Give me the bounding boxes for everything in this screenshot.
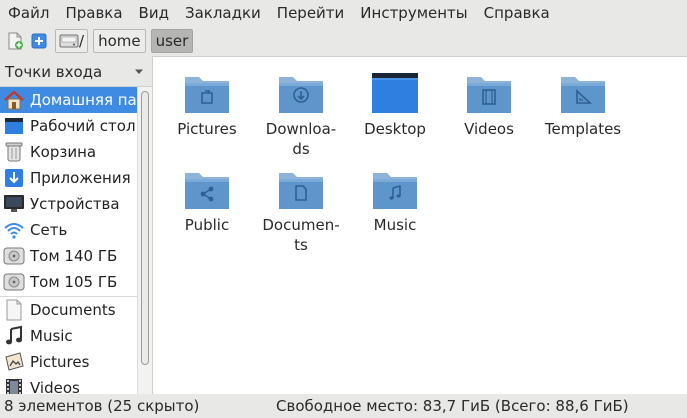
- document-icon: [2, 299, 26, 321]
- folder-pictures-icon: [185, 77, 229, 113]
- folder-videos-icon: [467, 77, 511, 113]
- sidebar-item-label: Pictures: [30, 353, 90, 371]
- folder-desktop-icon: [372, 73, 418, 113]
- menu-tools[interactable]: Инструменты: [352, 0, 475, 26]
- toolbar: / home user: [0, 27, 687, 55]
- file-label: Templates: [544, 120, 622, 138]
- home-icon: [2, 89, 26, 111]
- file-item-desktop[interactable]: Desktop: [347, 71, 443, 139]
- sidebar-item-trash[interactable]: Корзина: [0, 139, 137, 165]
- folder-templates-icon: [561, 77, 605, 113]
- status-item-count: 8 элементов (25 скрыто): [4, 397, 200, 415]
- sidebar-item-network[interactable]: Сеть: [0, 217, 137, 243]
- computer-icon: [2, 193, 26, 215]
- new-tab-icon: [31, 33, 47, 49]
- sidebar-item-desktop[interactable]: Рабочий стол: [0, 113, 137, 139]
- menu-bookmarks[interactable]: Закладки: [177, 0, 269, 26]
- menu-edit[interactable]: Правка: [57, 0, 130, 26]
- sidebar-item-videos[interactable]: Videos: [0, 375, 137, 394]
- sidebar-item-devices[interactable]: Устройства: [0, 191, 137, 217]
- menu-bar: Файл Правка Вид Закладки Перейти Инструм…: [0, 0, 687, 26]
- trash-icon: [2, 141, 26, 163]
- folder-documents-icon: [279, 173, 323, 209]
- path-button-root[interactable]: /: [55, 29, 89, 53]
- sidebar-item-documents[interactable]: Documents: [0, 297, 137, 323]
- sidebar-scrollbar-thumb[interactable]: [141, 91, 149, 365]
- sidebar-item-home[interactable]: Домашняя папка: [0, 87, 137, 113]
- sidebar-item-label: Приложения: [30, 169, 131, 187]
- new-window-icon: [8, 32, 23, 50]
- file-item-music[interactable]: Music: [347, 167, 443, 235]
- sidebar-item-pictures[interactable]: Pictures: [0, 349, 137, 375]
- sidebar-item-label: Сеть: [30, 221, 68, 239]
- file-label: Pictures: [177, 120, 237, 138]
- sidebar-item-label: Рабочий стол: [30, 117, 136, 135]
- menu-file[interactable]: Файл: [0, 0, 57, 26]
- file-view: Pictures Downloa- ds Desktop Videos Temp…: [152, 56, 687, 394]
- new-tab-button[interactable]: [28, 30, 50, 52]
- status-bar: 8 элементов (25 скрыто) Свободное место:…: [0, 395, 687, 418]
- sidebar-scrollbar[interactable]: [137, 87, 152, 394]
- sidebar-item-label: Корзина: [30, 143, 97, 161]
- status-free-space: Свободное место: 83,7 ГиБ (Всего: 88,6 Г…: [276, 397, 629, 415]
- file-item-documents[interactable]: Documen- ts: [253, 167, 349, 255]
- file-label: Desktop: [364, 120, 426, 138]
- desktop-icon: [2, 115, 26, 137]
- file-label: Videos: [464, 120, 514, 138]
- sidebar-item-label: Устройства: [30, 195, 120, 213]
- file-label: Music: [373, 216, 417, 234]
- sidebar-item-volume-140[interactable]: Том 140 ГБ: [0, 243, 137, 269]
- file-item-videos[interactable]: Videos: [441, 71, 537, 139]
- chevron-down-icon: [135, 69, 143, 74]
- new-window-button[interactable]: [4, 30, 26, 52]
- path-button-home[interactable]: home: [93, 29, 146, 53]
- path-button-user[interactable]: user: [150, 29, 194, 53]
- disk-icon: [2, 271, 26, 293]
- menu-help[interactable]: Справка: [476, 0, 558, 26]
- file-label: Public: [184, 216, 230, 234]
- sidebar-item-label: Домашняя папка: [30, 91, 137, 109]
- menu-go[interactable]: Перейти: [269, 0, 353, 26]
- path-user-label: user: [155, 32, 189, 50]
- file-item-templates[interactable]: Templates: [535, 71, 631, 139]
- path-root-label: /: [79, 32, 85, 50]
- sidebar-item-volume-105[interactable]: Том 105 ГБ: [0, 269, 137, 295]
- folder-public-icon: [185, 173, 229, 209]
- file-item-public[interactable]: Public: [159, 167, 255, 235]
- sidebar-item-music[interactable]: Music: [0, 323, 137, 349]
- sidebar-item-label: Том 105 ГБ: [30, 273, 118, 291]
- file-item-pictures[interactable]: Pictures: [159, 71, 255, 139]
- folder-download-icon: [279, 77, 323, 113]
- sidebar-item-label: Videos: [30, 379, 80, 394]
- drive-icon: [59, 34, 79, 48]
- path-home-label: home: [98, 32, 141, 50]
- folder-music-icon: [373, 173, 417, 209]
- sidebar-item-label: Music: [30, 327, 73, 345]
- file-label: Documen- ts: [262, 216, 340, 254]
- file-item-downloads[interactable]: Downloa- ds: [253, 71, 349, 159]
- sidebar-item-label: Documents: [30, 301, 116, 319]
- sidebar-title: Точки входа: [5, 63, 103, 81]
- videos-icon: [2, 377, 26, 394]
- music-icon: [2, 325, 26, 347]
- pictures-icon: [2, 351, 26, 373]
- sidebar-header[interactable]: Точки входа: [0, 58, 152, 86]
- sidebar-item-applications[interactable]: Приложения: [0, 165, 137, 191]
- applications-icon: [2, 167, 26, 189]
- sidebar-item-label: Том 140 ГБ: [30, 247, 118, 265]
- file-label: Downloa- ds: [265, 120, 337, 158]
- disk-icon: [2, 245, 26, 267]
- sidebar: Домашняя папка Рабочий стол Корзина Прил…: [0, 86, 152, 394]
- network-icon: [2, 219, 26, 241]
- menu-view[interactable]: Вид: [131, 0, 177, 26]
